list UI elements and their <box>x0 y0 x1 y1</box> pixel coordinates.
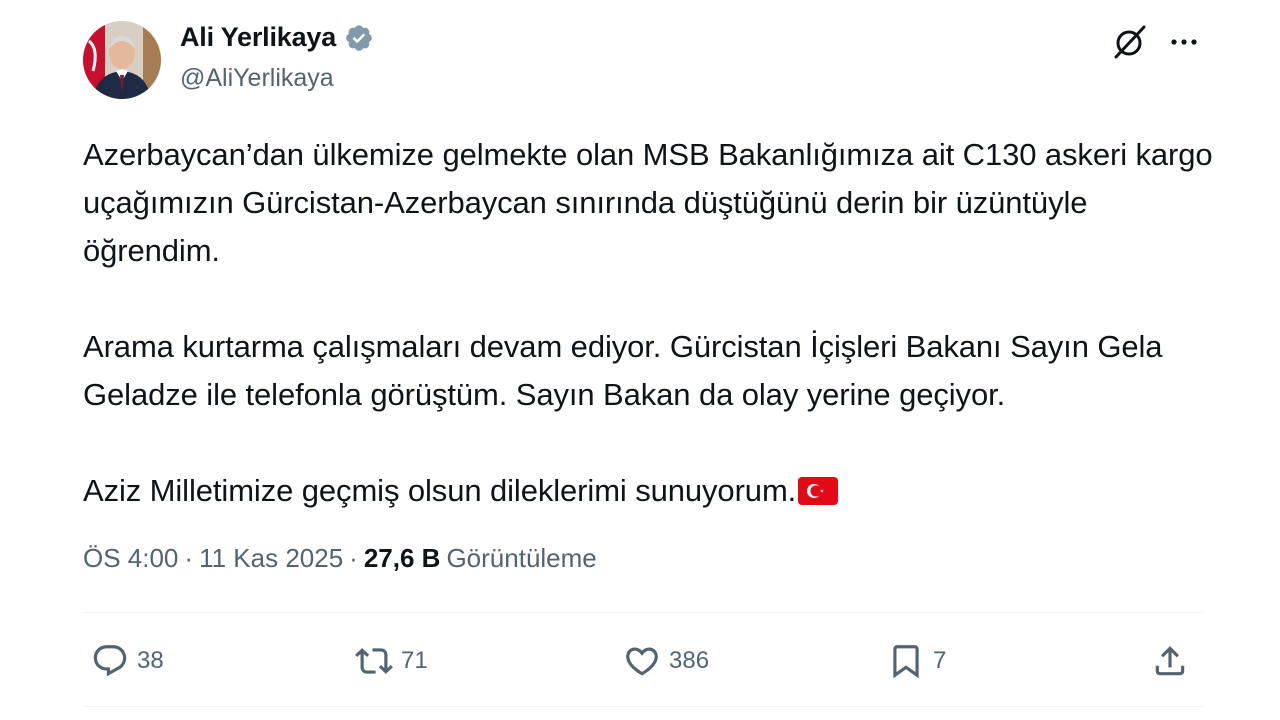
tweet-meta: ÖS 4:00 · 11 Kas 2025 · 27,6 B Görüntüle… <box>83 543 597 574</box>
more-icon[interactable] <box>1164 22 1204 62</box>
tweet-paragraph: Arama kurtarma çalışmaları devam ediyor.… <box>83 329 1163 412</box>
views-count: 27,6 B <box>363 543 441 573</box>
repost-button[interactable]: 71 <box>355 635 428 687</box>
separator: · <box>184 543 194 573</box>
bookmark-icon <box>893 645 919 679</box>
author-handle[interactable]: @AliYerlikaya <box>180 64 334 93</box>
repost-icon <box>355 648 393 674</box>
reply-count: 38 <box>137 647 164 674</box>
like-button[interactable]: 386 <box>623 635 709 687</box>
divider <box>83 706 1203 707</box>
divider <box>83 612 1203 613</box>
share-icon <box>1155 646 1185 676</box>
avatar[interactable] <box>83 21 161 99</box>
views-label: Görüntüleme <box>446 543 597 573</box>
tweet-date[interactable]: 11 Kas 2025 <box>199 543 343 574</box>
tweet-paragraph: Azerbaycan’dan ülkemize gelmekte olan MS… <box>83 137 1213 268</box>
tweet-paragraph: Aziz Milletimize geçmiş olsun dileklerim… <box>83 467 1213 519</box>
tweet-time[interactable]: ÖS 4:00 <box>83 543 178 574</box>
bookmark-button[interactable]: 7 <box>887 635 946 687</box>
separator: · <box>349 543 358 573</box>
repost-count: 71 <box>401 647 428 674</box>
turkey-flag-emoji <box>798 471 839 519</box>
like-icon <box>626 647 658 676</box>
action-bar: 38 71 386 7 <box>83 635 1203 687</box>
share-button[interactable] <box>1151 635 1189 687</box>
reply-button[interactable]: 38 <box>91 635 164 687</box>
tweet-paragraph-text: Aziz Milletimize geçmiş olsun dileklerim… <box>83 473 797 508</box>
grok-icon[interactable] <box>1110 22 1150 62</box>
author-name[interactable]: Ali Yerlikaya <box>180 22 336 53</box>
bookmark-count: 7 <box>933 647 947 674</box>
reply-icon <box>93 645 127 677</box>
tweet-text: Azerbaycan’dan ülkemize gelmekte olan MS… <box>83 131 1213 519</box>
verified-badge-icon[interactable] <box>344 23 374 53</box>
like-count: 386 <box>669 647 710 674</box>
